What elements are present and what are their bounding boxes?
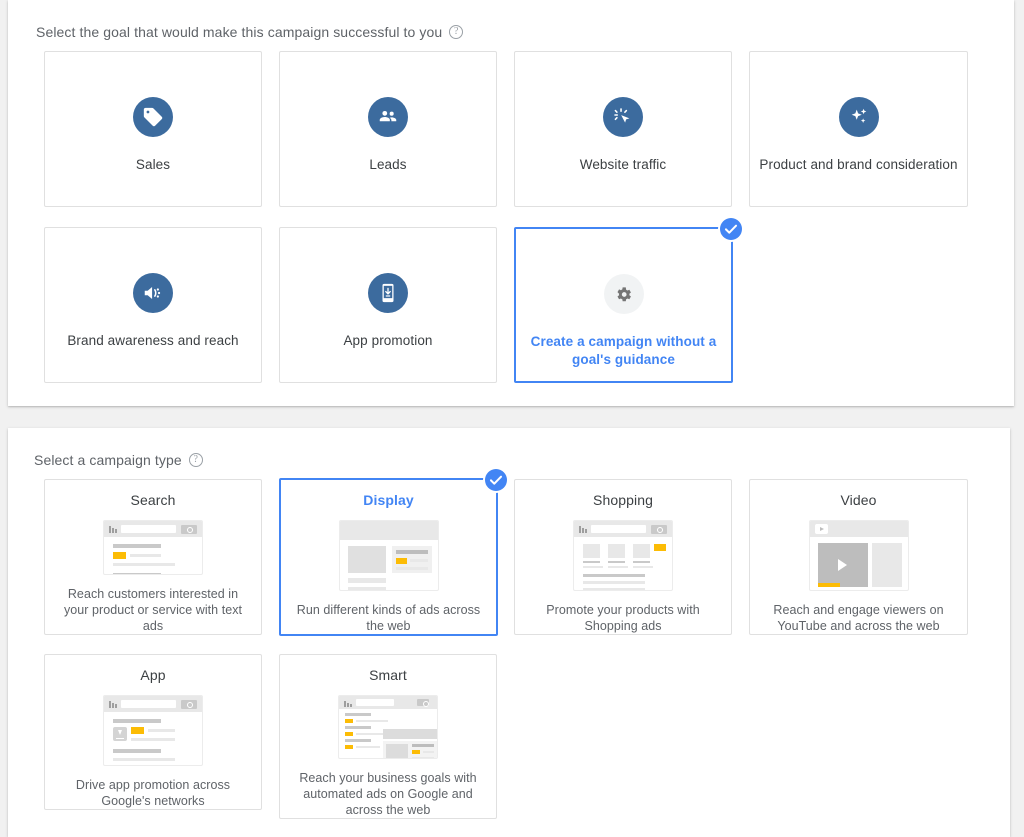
- app-download-icon: [113, 727, 127, 741]
- type-card-title: App: [140, 667, 165, 683]
- type-section-heading-text: Select a campaign type: [34, 452, 182, 468]
- people-icon: [368, 97, 408, 137]
- app-install-thumb: [103, 695, 203, 766]
- goal-card-app-promotion[interactable]: App promotion: [279, 227, 497, 383]
- type-card-search[interactable]: Search Reach customers interested in you…: [44, 479, 262, 635]
- display-ad-thumb: [339, 520, 439, 591]
- tag-icon: [133, 97, 173, 137]
- video-player-thumb: [809, 520, 909, 591]
- goal-card-brand-awareness-and-reach[interactable]: Brand awareness and reach: [44, 227, 262, 383]
- type-card-desc: Reach your business goals with automated…: [280, 770, 496, 818]
- goal-card-leads[interactable]: Leads: [279, 51, 497, 207]
- type-card-desc: Run different kinds of ads across the we…: [281, 602, 496, 634]
- play-badge-icon: [815, 524, 828, 534]
- type-card-video[interactable]: Video Reach and engage viewers on YouTub…: [749, 479, 968, 635]
- smart-combo-thumb: [338, 695, 438, 759]
- type-card-app[interactable]: App Drive app promotion across Google's …: [44, 654, 262, 810]
- type-card-shopping[interactable]: Shopping Promote your products with Shop…: [514, 479, 732, 635]
- goal-card-product-brand-consideration[interactable]: Product and brand consideration: [749, 51, 968, 207]
- goal-card-sales[interactable]: Sales: [44, 51, 262, 207]
- type-card-desc: Reach and engage viewers on YouTube and …: [750, 602, 967, 634]
- help-icon[interactable]: [449, 25, 463, 39]
- selected-check-icon: [720, 218, 742, 240]
- megaphone-icon: [133, 273, 173, 313]
- shopping-grid-thumb: [573, 520, 673, 591]
- goal-card-create-campaign-without-goal-guidance[interactable]: Create a campaign without a goal's guida…: [514, 227, 733, 383]
- campaign-setup-page: Select the goal that would make this cam…: [0, 0, 1024, 837]
- selected-check-icon: [485, 469, 507, 491]
- type-card-title: Video: [840, 492, 876, 508]
- type-card-desc: Drive app promotion across Google's netw…: [45, 777, 261, 809]
- type-card-title: Search: [131, 492, 176, 508]
- mobile-download-icon: [368, 273, 408, 313]
- sparkle-icon: [839, 97, 879, 137]
- goal-card-label: Sales: [128, 156, 178, 174]
- goal-card-label: Product and brand consideration: [751, 156, 965, 174]
- goal-card-label: Create a campaign without a goal's guida…: [516, 333, 731, 369]
- goal-section-heading: Select the goal that would make this cam…: [36, 24, 463, 40]
- type-card-desc: Reach customers interested in your produ…: [45, 586, 261, 634]
- gear-icon: [604, 274, 644, 314]
- goal-card-website-traffic[interactable]: Website traffic: [514, 51, 732, 207]
- goal-card-label: App promotion: [335, 332, 440, 350]
- type-section-heading: Select a campaign type: [34, 452, 203, 468]
- help-icon[interactable]: [189, 453, 203, 467]
- type-card-title: Smart: [369, 667, 407, 683]
- search-results-thumb: [103, 520, 203, 575]
- play-icon: [838, 559, 847, 571]
- goal-card-label: Brand awareness and reach: [59, 332, 246, 350]
- type-card-display[interactable]: Display Run different kinds of ads acros…: [279, 478, 498, 636]
- goal-section-heading-text: Select the goal that would make this cam…: [36, 24, 442, 40]
- type-card-smart[interactable]: Smart Reach your business goals with au: [279, 654, 497, 819]
- type-card-title: Shopping: [593, 492, 653, 508]
- type-card-title: Display: [363, 492, 414, 508]
- goal-card-label: Website traffic: [572, 156, 675, 174]
- goal-card-label: Leads: [361, 156, 414, 174]
- type-card-desc: Promote your products with Shopping ads: [515, 602, 731, 634]
- cursor-click-icon: [603, 97, 643, 137]
